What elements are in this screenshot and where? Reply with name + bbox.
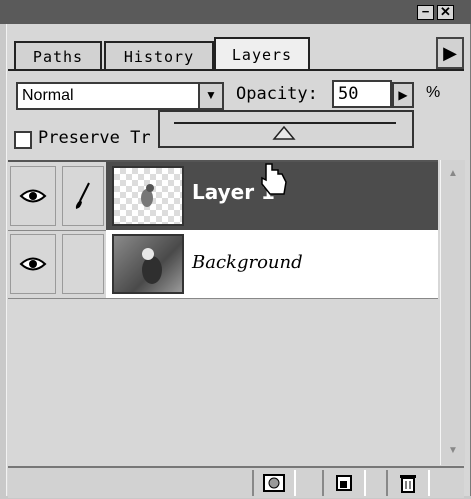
layer-thumbnail xyxy=(112,166,184,226)
add-layer-mask-button[interactable] xyxy=(252,470,296,496)
triangle-right-icon: ▶ xyxy=(443,43,457,63)
new-layer-icon xyxy=(336,475,352,491)
tab-history[interactable]: History xyxy=(104,41,214,71)
tab-layers[interactable]: Layers xyxy=(214,37,310,71)
layers-bottom-bar xyxy=(8,466,464,498)
tab-paths[interactable]: Paths xyxy=(14,41,102,71)
layer-name: Background xyxy=(192,252,303,273)
palette-tabs: Paths History Layers xyxy=(8,37,436,71)
layer-row[interactable]: Background xyxy=(8,230,438,299)
scroll-up-icon[interactable]: ▲ xyxy=(441,162,465,186)
layer-info[interactable]: Background xyxy=(106,230,438,298)
layer-brush-toggle[interactable] xyxy=(62,166,104,226)
opacity-label: Opacity: xyxy=(236,84,318,104)
trash-icon xyxy=(400,475,416,493)
opacity-slider-button[interactable]: ▶ xyxy=(392,82,414,108)
paintbrush-icon xyxy=(75,182,90,209)
new-layer-button[interactable] xyxy=(322,470,366,496)
panel-menu-button[interactable]: ▶ xyxy=(436,37,464,69)
chevron-down-icon[interactable]: ▼ xyxy=(198,84,222,108)
blend-mode-select[interactable]: Normal xyxy=(16,82,224,110)
opacity-input[interactable]: 50 xyxy=(332,80,392,108)
scroll-down-icon[interactable]: ▼ xyxy=(441,439,465,463)
hand-cursor-icon xyxy=(258,162,288,201)
add-layer-mask-icon xyxy=(263,474,285,492)
preserve-transparency-label: Preserve Tr xyxy=(38,128,151,148)
opacity-slider-popup xyxy=(158,110,414,148)
eye-icon xyxy=(19,257,47,271)
layer-row[interactable]: Layer 1 xyxy=(8,162,438,231)
delete-layer-button[interactable] xyxy=(386,470,430,496)
opacity-value: 50 xyxy=(338,84,359,104)
eye-icon xyxy=(19,189,47,203)
layer-visibility-toggle[interactable] xyxy=(10,234,56,294)
opacity-slider-track[interactable] xyxy=(174,122,396,124)
slider-thumb-icon[interactable] xyxy=(272,125,296,145)
triangle-right-icon: ▶ xyxy=(398,88,408,102)
layer-brush-toggle[interactable] xyxy=(62,234,104,294)
close-icon[interactable]: ✕ xyxy=(437,5,454,20)
layers-scrollbar[interactable]: ▲ ▼ xyxy=(440,160,465,465)
title-bar: − ✕ xyxy=(0,0,471,24)
layers-list: Layer 1 Background xyxy=(8,160,438,467)
preserve-transparency-checkbox[interactable] xyxy=(14,131,32,149)
tab-divider xyxy=(8,69,464,71)
minimize-icon[interactable]: − xyxy=(417,5,434,20)
layer-visibility-toggle[interactable] xyxy=(10,166,56,226)
blend-mode-value: Normal xyxy=(22,87,74,104)
layer-thumbnail xyxy=(112,234,184,294)
opacity-unit: % xyxy=(426,84,441,101)
